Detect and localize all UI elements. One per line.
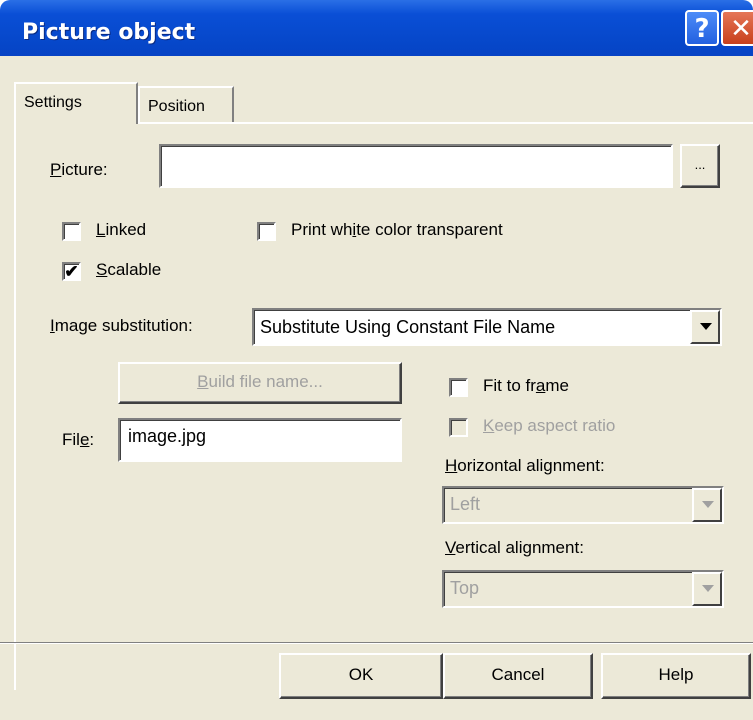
file-label: File:: [62, 430, 95, 449]
linked-label: Linked: [96, 220, 147, 239]
vertical-alignment-select[interactable]: Top: [442, 570, 724, 608]
horizontal-alignment-value: Left: [450, 494, 481, 514]
scalable-label: Scalable: [96, 260, 162, 279]
fit-to-frame-checkbox[interactable]: [449, 378, 468, 397]
tab-position[interactable]: Position: [138, 86, 234, 124]
keep-aspect-ratio-checkbox[interactable]: [449, 418, 468, 437]
vertical-alignment-value: Top: [450, 578, 480, 598]
image-substitution-dropdown[interactable]: [690, 310, 720, 344]
scalable-checkbox[interactable]: ✔: [62, 262, 81, 281]
keep-aspect-ratio-label: Keep aspect ratio: [483, 416, 616, 435]
cancel-label: Cancel: [491, 665, 545, 684]
chevron-down-icon: [700, 323, 712, 330]
help-title-button[interactable]: ?: [685, 10, 719, 46]
close-icon: ✕: [730, 14, 752, 44]
help-label: Help: [658, 665, 694, 684]
browse-picture-button[interactable]: ...: [680, 144, 720, 188]
image-substitution-label: Image substitution:: [50, 316, 193, 335]
help-button[interactable]: Help: [601, 653, 751, 699]
picture-label: Picture:: [50, 160, 108, 179]
browse-label: ...: [694, 157, 706, 172]
print-white-transparent-label: Print white color transparent: [291, 220, 503, 239]
print-white-transparent-checkbox[interactable]: [257, 222, 276, 241]
horizontal-alignment-select[interactable]: Left: [442, 486, 724, 524]
vertical-alignment-dropdown[interactable]: [692, 572, 722, 606]
chevron-down-icon: [702, 501, 714, 508]
file-input[interactable]: image.jpg: [118, 418, 402, 462]
panel-bottom-separator: [0, 642, 753, 644]
chevron-down-icon: [702, 585, 714, 592]
fit-to-frame-label: Fit to frame: [483, 376, 569, 395]
image-substitution-select[interactable]: Substitute Using Constant File Name: [252, 308, 722, 346]
horizontal-alignment-dropdown[interactable]: [692, 488, 722, 522]
build-file-name-button[interactable]: Build file name...: [118, 362, 402, 404]
tab-position-label: Position: [148, 98, 205, 115]
linked-checkbox[interactable]: [62, 222, 81, 241]
ok-button[interactable]: OK: [279, 653, 443, 699]
window-title: Picture object: [22, 20, 196, 45]
close-button[interactable]: ✕: [721, 10, 753, 46]
check-mark-icon: ✔: [64, 262, 79, 281]
picture-input[interactable]: [159, 144, 673, 188]
ok-label: OK: [348, 665, 374, 684]
question-icon: ?: [694, 14, 710, 44]
vertical-alignment-label: Vertical alignment:: [445, 538, 584, 557]
tab-settings-label: Settings: [24, 94, 82, 111]
tab-settings[interactable]: Settings: [14, 82, 138, 124]
horizontal-alignment-label: Horizontal alignment:: [445, 456, 605, 475]
image-substitution-value: Substitute Using Constant File Name: [260, 317, 556, 337]
cancel-button[interactable]: Cancel: [443, 653, 593, 699]
